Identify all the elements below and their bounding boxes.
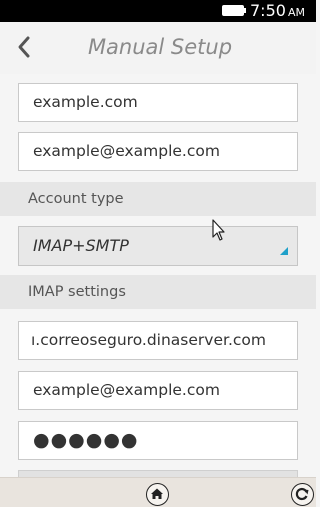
clock-time: 7:50 [250, 1, 286, 20]
email-field[interactable]: example@example.com [18, 132, 298, 171]
imap-server-field[interactable]: ı.correoseguro.dinaserver.com [18, 321, 298, 360]
section-account-type: Account type [0, 182, 316, 216]
back-button[interactable] [14, 34, 36, 60]
battery-icon [222, 5, 244, 16]
page-title: Manual Setup [87, 35, 233, 59]
clock-ampm: AM [287, 6, 305, 19]
clock: 7:50 AM [250, 0, 305, 22]
refresh-icon [295, 487, 309, 501]
imap-password-field[interactable]: ●●●●●● [18, 421, 298, 460]
home-button[interactable] [146, 483, 169, 506]
home-icon [151, 488, 163, 499]
status-bar: 7:50 AM [0, 0, 316, 22]
battery-tip [244, 8, 246, 13]
domain-field[interactable]: example.com [18, 83, 298, 122]
imap-username-field[interactable]: example@example.com [18, 371, 298, 410]
account-type-value: IMAP+SMTP [33, 236, 129, 255]
bottom-bar [0, 477, 316, 507]
back-chevron-icon [18, 36, 30, 58]
refresh-button[interactable] [291, 483, 314, 506]
mouse-cursor-icon [212, 219, 225, 241]
dropdown-arrow-icon [280, 247, 288, 255]
header: Manual Setup [0, 22, 316, 74]
account-type-select[interactable]: IMAP+SMTP [18, 226, 298, 266]
section-imap-settings: IMAP settings [0, 275, 316, 309]
